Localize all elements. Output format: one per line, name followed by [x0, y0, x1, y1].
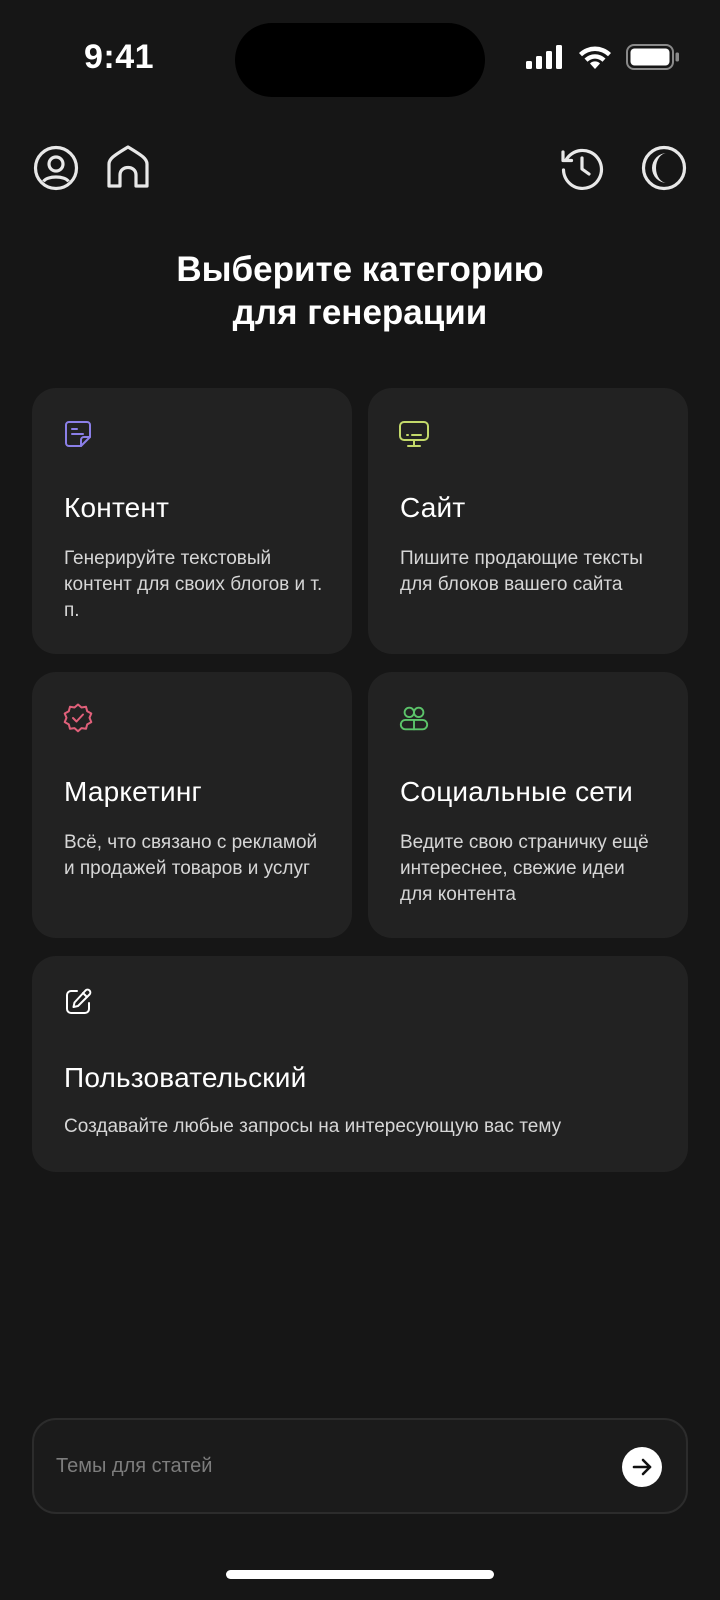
category-card-social[interactable]: Социальные сети Ведите свою страничку ещ…	[368, 672, 688, 938]
category-title: Пользовательский	[64, 1062, 307, 1093]
category-card-custom[interactable]: Пользовательский Создавайте любые запрос…	[32, 956, 688, 1172]
users-icon	[398, 702, 430, 734]
page-title-line-1: Выберите категорию	[176, 250, 544, 289]
battery-icon	[626, 44, 679, 70]
category-description: Пишите продающие тексты для блоков вашег…	[400, 548, 643, 595]
dynamic-island	[235, 23, 485, 97]
signal-icon	[526, 45, 562, 69]
category-title: Социальные сети	[400, 776, 634, 807]
badge-check-icon	[62, 702, 94, 734]
send-button[interactable]	[622, 1447, 662, 1487]
status-icons	[526, 44, 680, 70]
category-card-site[interactable]: Сайт Пишите продающие тексты для блоков …	[368, 388, 688, 654]
moon-icon	[641, 145, 687, 191]
status-time: 9:41	[84, 38, 155, 76]
profile-button[interactable]	[28, 140, 84, 196]
history-button[interactable]	[554, 140, 610, 196]
home-icon	[107, 145, 149, 188]
top-nav	[0, 140, 720, 200]
document-icon	[62, 418, 94, 450]
category-description: Всё, что связано с рекламой и продажей т…	[64, 832, 318, 879]
category-title: Маркетинг	[64, 776, 202, 807]
status-bar: 9:41	[0, 0, 720, 110]
prompt-input[interactable]	[56, 1420, 596, 1512]
prompt-input-container	[32, 1418, 688, 1514]
page-title: Выберите категорию для генерации	[0, 248, 720, 334]
category-title: Сайт	[400, 492, 466, 523]
category-description: Создавайте любые запросы на интересующую…	[64, 1116, 562, 1137]
category-description: Генерируйте текстовый контент для своих …	[64, 548, 323, 621]
user-circle-icon	[33, 145, 79, 191]
edit-icon	[62, 986, 94, 1018]
history-icon	[561, 148, 604, 191]
monitor-icon	[398, 418, 430, 450]
theme-toggle-button[interactable]	[636, 140, 692, 196]
home-button[interactable]	[100, 140, 156, 196]
arrow-right-icon	[632, 1458, 652, 1476]
home-indicator	[226, 1570, 494, 1579]
category-description: Ведите свою страничку ещё интереснее, св…	[400, 832, 649, 905]
page-title-line-2: для генерации	[232, 293, 488, 332]
wifi-icon	[579, 46, 611, 69]
category-title: Контент	[64, 492, 170, 523]
category-card-content[interactable]: Контент Генерируйте текстовый контент дл…	[32, 388, 352, 654]
category-card-marketing[interactable]: Маркетинг Всё, что связано с рекламой и …	[32, 672, 352, 938]
